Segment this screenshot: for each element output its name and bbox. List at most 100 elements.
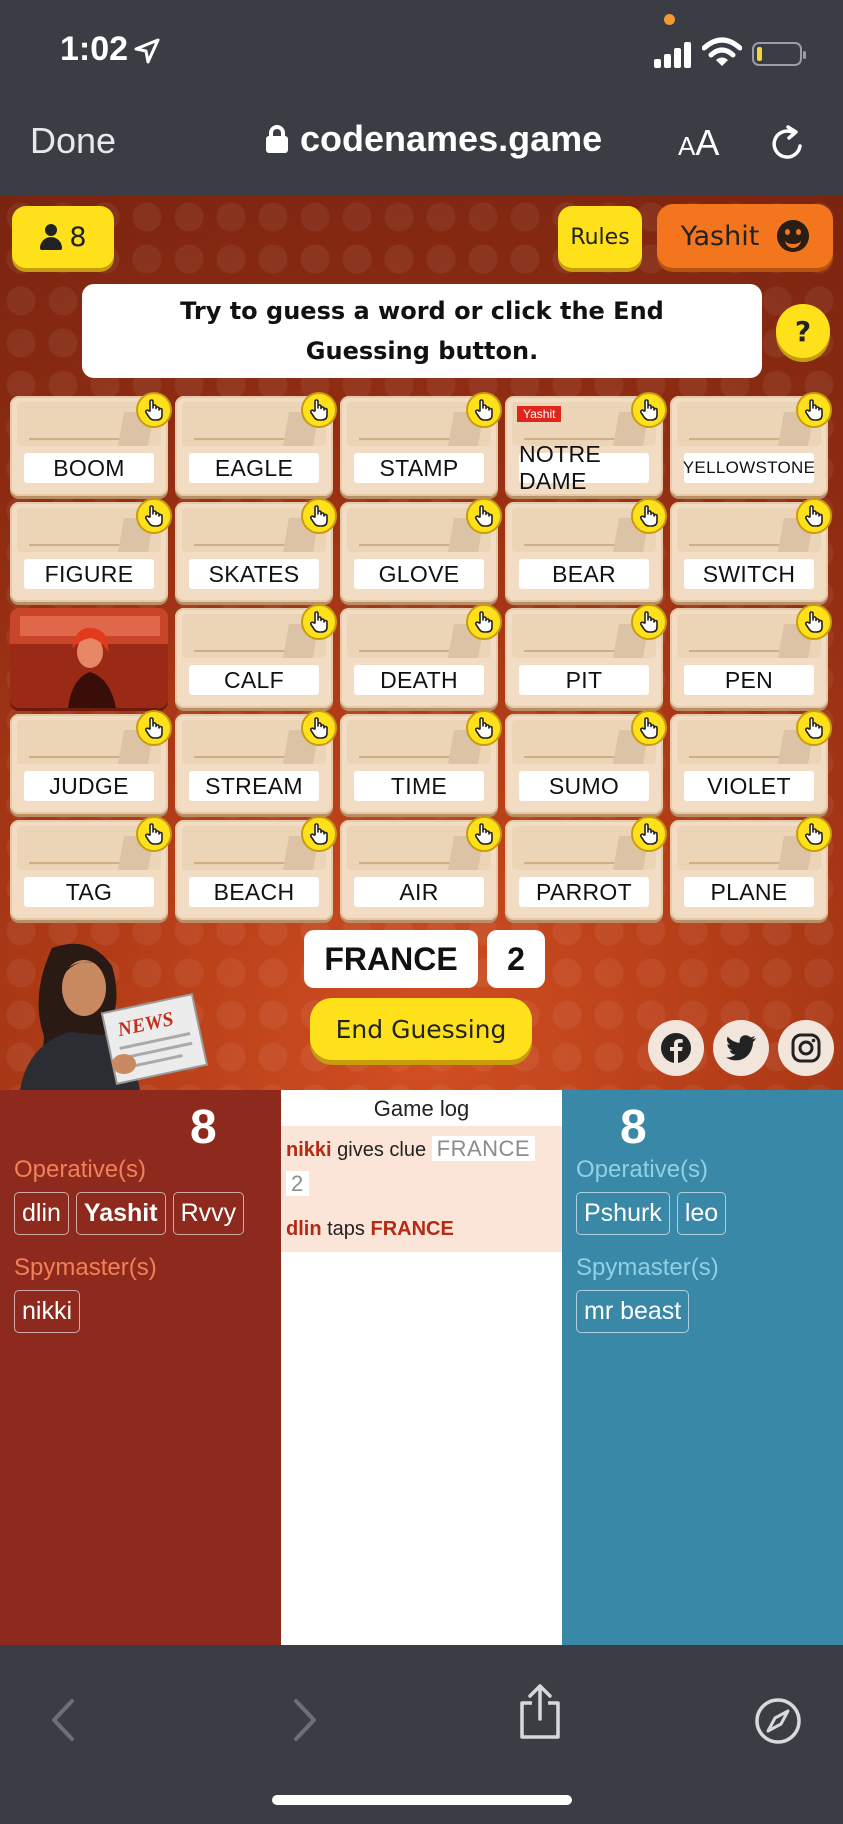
player-chip: leo <box>676 1192 727 1235</box>
word-card[interactable]: TAG <box>10 816 172 920</box>
tap-card-button[interactable] <box>136 816 172 852</box>
tap-hand-icon <box>804 611 823 633</box>
tap-hand-icon <box>474 823 493 845</box>
tap-card-button[interactable] <box>136 392 172 428</box>
log-entry-clue: nikki gives clue FRANCE 2 <box>281 1126 562 1208</box>
rules-button[interactable]: Rules <box>558 206 642 268</box>
tap-card-button[interactable] <box>466 392 502 428</box>
text-size-button[interactable]: AA <box>678 122 719 164</box>
tap-hand-icon <box>804 717 823 739</box>
tap-card-button[interactable] <box>466 604 502 640</box>
tap-card-button[interactable] <box>631 392 667 428</box>
word-card[interactable]: GLOVE <box>340 498 502 602</box>
card-word: SWITCH <box>684 559 814 589</box>
word-card[interactable]: AIR <box>340 816 502 920</box>
word-card[interactable]: TIME <box>340 710 502 814</box>
tap-card-button[interactable] <box>301 710 337 746</box>
card-word: NOTRE DAME <box>519 441 649 494</box>
forward-icon[interactable] <box>290 1697 320 1743</box>
game-log-title: Game log <box>373 1096 470 1121</box>
word-card[interactable]: JUDGE <box>10 710 172 814</box>
location-arrow-icon <box>134 38 160 64</box>
share-icon[interactable] <box>518 1683 562 1741</box>
red-operatives-list: dlin Yashit Rvvy <box>14 1192 245 1235</box>
players-count: 8 <box>69 221 87 253</box>
tap-card-button[interactable] <box>136 498 172 534</box>
help-button[interactable]: ? <box>776 304 830 358</box>
card-word: FIGURE <box>24 559 154 589</box>
tap-hand-icon <box>804 505 823 527</box>
address-bar[interactable]: codenames.game <box>266 118 602 160</box>
card-word: STREAM <box>189 771 319 801</box>
word-card[interactable]: FIGURE <box>10 498 172 602</box>
word-card[interactable]: STREAM <box>175 710 337 814</box>
tap-hand-icon <box>474 399 493 421</box>
card-word: EAGLE <box>189 453 319 483</box>
tap-card-button[interactable] <box>136 710 172 746</box>
word-card[interactable]: YELLOWSTONE <box>670 392 832 496</box>
tap-card-button[interactable] <box>796 498 832 534</box>
word-card[interactable]: STAMP <box>340 392 502 496</box>
tap-hand-icon <box>309 611 328 633</box>
compass-icon[interactable] <box>754 1697 802 1745</box>
tap-card-button[interactable] <box>301 498 337 534</box>
user-menu-button[interactable]: Yashit <box>657 204 833 268</box>
word-card[interactable]: CALF <box>175 604 337 708</box>
player-chip: Rvvy <box>172 1192 245 1235</box>
card-word: AIR <box>354 877 484 907</box>
end-guessing-button[interactable]: End Guessing <box>310 998 532 1060</box>
word-card[interactable]: BOOM <box>10 392 172 496</box>
reload-icon[interactable] <box>768 124 808 164</box>
word-card[interactable]: PARROT <box>505 816 667 920</box>
tap-card-button[interactable] <box>631 816 667 852</box>
word-card[interactable]: BEACH <box>175 816 337 920</box>
card-word: DEATH <box>354 665 484 695</box>
tap-card-button[interactable] <box>631 498 667 534</box>
word-card[interactable]: PIT <box>505 604 667 708</box>
person-icon <box>39 224 63 250</box>
word-card[interactable]: DEATH <box>340 604 502 708</box>
browser-toolbar: Done codenames.game AA <box>0 100 843 196</box>
word-card[interactable]: PLANE <box>670 816 832 920</box>
card-word: BEAR <box>519 559 649 589</box>
tap-card-button[interactable] <box>466 816 502 852</box>
word-card[interactable]: PEN <box>670 604 832 708</box>
players-button[interactable]: 8 <box>12 206 114 268</box>
facebook-button[interactable] <box>648 1020 704 1076</box>
word-card[interactable]: VIOLET <box>670 710 832 814</box>
twitter-icon <box>725 1035 756 1061</box>
card-word: SKATES <box>189 559 319 589</box>
spymaster-illustration: NEWS <box>20 943 209 1090</box>
card-word: CALF <box>189 665 319 695</box>
user-name: Yashit <box>680 220 760 252</box>
battery-icon <box>752 42 806 66</box>
word-card[interactable]: SWITCH <box>670 498 832 602</box>
browser-bottom-toolbar <box>0 1645 843 1824</box>
twitter-button[interactable] <box>713 1020 769 1076</box>
word-card[interactable]: Yashit NOTRE DAME <box>505 392 667 496</box>
tap-card-button[interactable] <box>301 816 337 852</box>
revealed-card-red-agent <box>10 608 168 708</box>
tap-hand-icon <box>804 823 823 845</box>
tap-card-button[interactable] <box>301 604 337 640</box>
instagram-button[interactable] <box>778 1020 834 1076</box>
tap-card-button[interactable] <box>466 498 502 534</box>
blue-operatives-label: Operative(s) <box>576 1156 709 1183</box>
tap-card-button[interactable] <box>301 392 337 428</box>
word-card[interactable]: SKATES <box>175 498 337 602</box>
back-icon[interactable] <box>48 1697 78 1743</box>
card-word: TIME <box>354 771 484 801</box>
tap-card-button[interactable] <box>631 604 667 640</box>
instruction-banner: Try to guess a word or click the End Gue… <box>82 284 762 378</box>
word-card[interactable]: EAGLE <box>175 392 337 496</box>
tap-card-button[interactable] <box>796 816 832 852</box>
word-card[interactable]: SUMO <box>505 710 667 814</box>
tap-card-button[interactable] <box>466 710 502 746</box>
done-button[interactable]: Done <box>30 120 116 162</box>
word-card[interactable]: BEAR <box>505 498 667 602</box>
card-word: PLANE <box>684 877 814 907</box>
tap-card-button[interactable] <box>631 710 667 746</box>
tap-card-button[interactable] <box>796 710 832 746</box>
tap-card-button[interactable] <box>796 604 832 640</box>
tap-card-button[interactable] <box>796 392 832 428</box>
